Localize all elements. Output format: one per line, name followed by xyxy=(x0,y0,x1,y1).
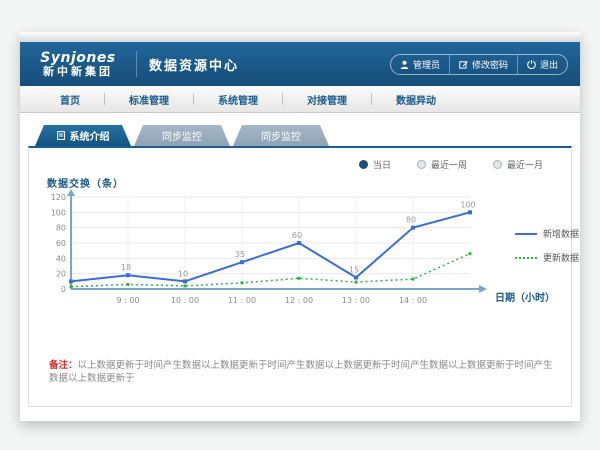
footnote-text: 以上数据更新于时间产生数据以上数据更新于时间产生数据以上数据更新于时间产生数据以… xyxy=(49,360,553,384)
filter-option-today[interactable]: 当日 xyxy=(359,158,391,171)
app-window: Synjones 新中新集团 数据资源中心 管理员 修改密码 退出 首页 标准管… xyxy=(20,32,580,421)
change-password-button[interactable]: 修改密码 xyxy=(449,55,517,74)
tab-system-intro[interactable]: 系统介绍 xyxy=(35,125,131,146)
footnote-label: 备注： xyxy=(49,360,78,371)
footnote: 备注：以上数据更新于时间产生数据以上数据更新于时间产生数据以上数据更新于时间产生… xyxy=(49,359,571,406)
legend-item-new-data: 新增数据 xyxy=(515,227,579,240)
svg-text:80: 80 xyxy=(56,224,66,233)
logout-label: 退出 xyxy=(540,58,558,71)
tab-sync-monitor-1[interactable]: 同步监控 xyxy=(134,125,230,146)
chart-panel: 当日 最近一周 最近一月 数据交换（条） 0 20 40 60 80 100 120 9 : … xyxy=(28,146,572,407)
page-title: 数据资源中心 xyxy=(149,55,239,74)
current-user-label: 管理员 xyxy=(413,58,440,71)
app-header: Synjones 新中新集团 数据资源中心 管理员 修改密码 退出 xyxy=(20,42,580,86)
legend-label: 新增数据 xyxy=(543,227,579,240)
exchange-line-chart: 0 20 40 60 80 100 120 9 : 00 10 : 00 11 : 00 12 : … xyxy=(43,189,503,319)
svg-text:10 : 00: 10 : 00 xyxy=(171,296,199,305)
svg-text:120: 120 xyxy=(51,193,66,202)
nav-item-data-change[interactable]: 数据异动 xyxy=(372,92,460,107)
brand-name: Synjones xyxy=(32,50,124,66)
svg-text:18: 18 xyxy=(121,263,131,272)
svg-text:9 : 00: 9 : 00 xyxy=(116,296,139,305)
tab-bar: 系统介绍 同步监控 同步监控 xyxy=(28,125,572,146)
nav-item-home[interactable]: 首页 xyxy=(36,92,104,107)
edit-icon xyxy=(459,60,468,69)
nav-item-docking-mgmt[interactable]: 对接管理 xyxy=(283,92,371,107)
svg-text:20: 20 xyxy=(56,270,66,279)
blue-line-icon xyxy=(515,233,537,235)
content-area: 系统介绍 同步监控 同步监控 当日 最近一周 xyxy=(20,113,580,407)
user-controls: 管理员 修改密码 退出 xyxy=(390,54,568,75)
svg-text:80: 80 xyxy=(406,216,416,225)
logout-button[interactable]: 退出 xyxy=(517,55,567,74)
svg-text:60: 60 xyxy=(56,239,66,248)
svg-text:100: 100 xyxy=(51,208,66,217)
main-nav: 首页 标准管理 系统管理 对接管理 数据异动 xyxy=(20,86,580,113)
header-divider xyxy=(136,51,137,77)
time-range-filter: 当日 最近一周 最近一月 xyxy=(29,158,543,171)
legend-item-updated-data: 更新数据 xyxy=(515,251,579,264)
nav-item-standard-mgmt[interactable]: 标准管理 xyxy=(105,92,193,107)
filter-label: 最近一月 xyxy=(507,158,543,171)
tab-label: 系统介绍 xyxy=(70,128,110,143)
tab-sync-monitor-2[interactable]: 同步监控 xyxy=(233,125,329,146)
svg-text:14 : 00: 14 : 00 xyxy=(399,296,427,305)
svg-text:100: 100 xyxy=(460,200,475,209)
chart-zone: 数据交换（条） 0 20 40 60 80 100 120 9 : 00 10 : 00 11 :… xyxy=(43,175,571,333)
power-icon xyxy=(527,60,536,69)
company-logo: Synjones 新中新集团 xyxy=(32,50,124,79)
document-icon xyxy=(57,131,65,140)
change-password-label: 修改密码 xyxy=(472,58,508,71)
current-user-button[interactable]: 管理员 xyxy=(391,55,449,74)
filter-label: 最近一周 xyxy=(431,158,467,171)
window-top-strip xyxy=(20,32,580,42)
svg-text:11 : 00: 11 : 00 xyxy=(228,296,256,305)
radio-icon xyxy=(417,160,426,169)
brand-name-cn: 新中新集团 xyxy=(32,66,124,79)
svg-text:13 : 00: 13 : 00 xyxy=(342,296,370,305)
chart-legend: 新增数据 更新数据 xyxy=(515,227,579,264)
svg-text:35: 35 xyxy=(235,250,245,259)
filter-label: 当日 xyxy=(373,158,391,171)
green-dotted-line-icon xyxy=(515,257,537,259)
svg-text:40: 40 xyxy=(56,254,66,263)
svg-text:12 : 00: 12 : 00 xyxy=(285,296,313,305)
svg-text:60: 60 xyxy=(292,231,302,240)
svg-text:15: 15 xyxy=(349,266,359,275)
user-icon xyxy=(400,60,409,69)
tab-label: 同步监控 xyxy=(261,128,301,143)
filter-option-last-week[interactable]: 最近一周 xyxy=(417,158,467,171)
radio-icon xyxy=(359,160,368,169)
chart-x-axis-label: 日期（小时） xyxy=(495,289,555,304)
radio-icon xyxy=(493,160,502,169)
svg-text:10: 10 xyxy=(178,269,188,278)
svg-text:0: 0 xyxy=(61,285,66,294)
tab-label: 同步监控 xyxy=(162,128,202,143)
nav-item-system-mgmt[interactable]: 系统管理 xyxy=(194,92,282,107)
filter-option-last-month[interactable]: 最近一月 xyxy=(493,158,543,171)
legend-label: 更新数据 xyxy=(543,251,579,264)
chart-y-axis-label: 数据交换（条） xyxy=(47,175,124,190)
